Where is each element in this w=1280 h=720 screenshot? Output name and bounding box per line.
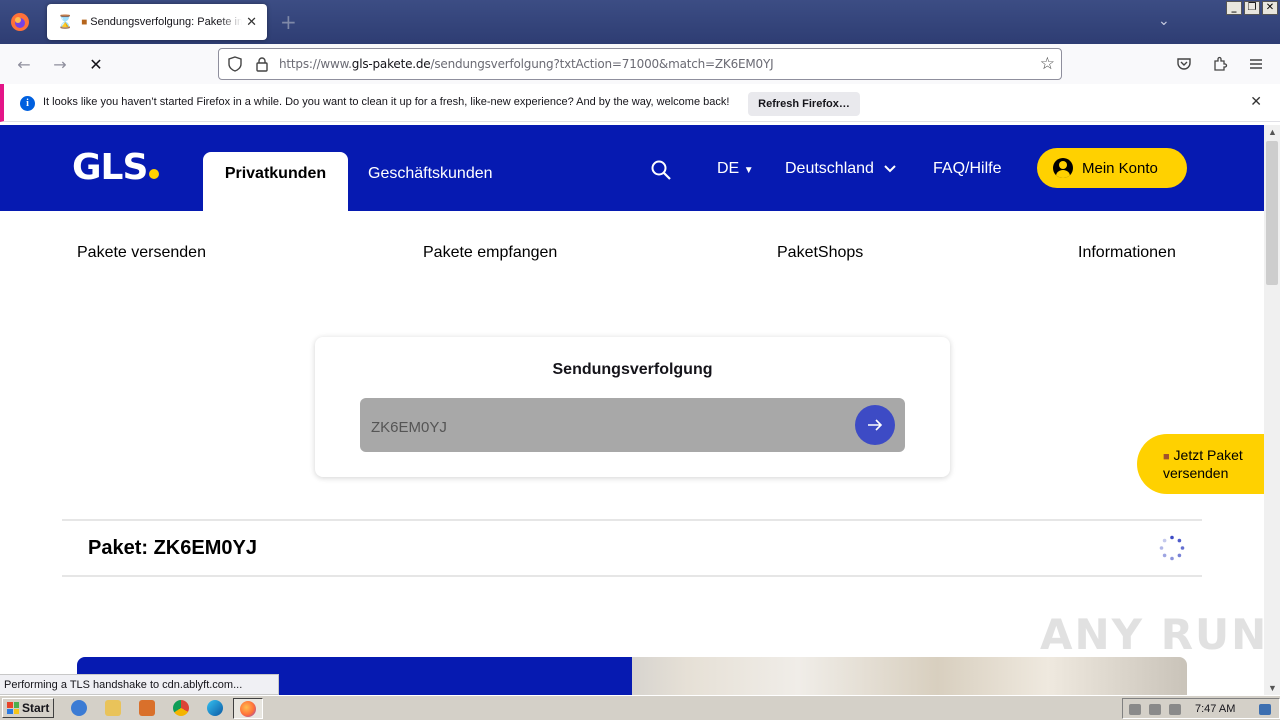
tab-geschaeftskunden[interactable]: Geschäftskunden bbox=[368, 165, 493, 183]
active-tab[interactable]: ⌛ ■ Sendungsverfolgung: Pakete im ✕ bbox=[47, 4, 267, 40]
firefox-icon bbox=[240, 701, 256, 717]
subnav-paketshops[interactable]: PaketShops bbox=[777, 244, 863, 262]
divider bbox=[62, 519, 1202, 521]
tab-title: Sendungsverfolgung: Pakete im bbox=[90, 16, 243, 28]
close-window-button[interactable]: ✕ bbox=[1262, 1, 1278, 15]
language-selector[interactable]: DE ▼ bbox=[717, 160, 754, 178]
windows-flag-icon bbox=[7, 702, 19, 714]
arrow-right-icon bbox=[868, 419, 883, 431]
logo-text: GLS bbox=[72, 147, 148, 188]
forward-arrow-icon[interactable]: → bbox=[48, 52, 72, 76]
cta-line-1: Jetzt Paket bbox=[1173, 447, 1243, 463]
anyrun-watermark: ANY RUN bbox=[1040, 610, 1269, 659]
cta-line-2: versenden bbox=[1163, 465, 1229, 481]
lock-icon[interactable] bbox=[255, 56, 269, 72]
package-icon: ■ bbox=[81, 16, 88, 28]
scroll-up-arrow-icon[interactable]: ▲ bbox=[1268, 127, 1277, 137]
url-domain: gls-pakete.de bbox=[351, 57, 431, 71]
taskbar-firefox-button[interactable] bbox=[233, 698, 263, 719]
tracking-title: Sendungsverfolgung bbox=[552, 361, 713, 378]
ie-icon[interactable] bbox=[71, 700, 87, 716]
edge-icon[interactable] bbox=[207, 700, 223, 716]
caret-down-icon: ▼ bbox=[743, 165, 754, 176]
url-prefix: https://www. bbox=[279, 57, 352, 71]
extensions-puzzle-icon[interactable] bbox=[1212, 56, 1228, 72]
faq-link[interactable]: FAQ/Hilfe bbox=[933, 160, 1001, 178]
tracking-input[interactable]: ZK6EM0YJ bbox=[360, 398, 905, 452]
windows-taskbar: Start 7:47 AM bbox=[0, 695, 1280, 720]
back-arrow-icon[interactable]: ← bbox=[12, 52, 36, 76]
new-tab-button[interactable]: + bbox=[280, 10, 297, 34]
subnav-pakete-empfangen[interactable]: Pakete empfangen bbox=[423, 244, 557, 262]
minimize-button[interactable]: _ bbox=[1226, 1, 1242, 15]
country-label: Deutschland bbox=[785, 160, 874, 177]
jetzt-paket-versenden-button[interactable]: ■ Jetzt Paket versenden bbox=[1137, 434, 1264, 494]
hourglass-icon: ⌛ bbox=[57, 14, 74, 30]
shield-icon[interactable] bbox=[227, 56, 243, 72]
action-center-flag-icon[interactable] bbox=[1169, 704, 1181, 715]
country-selector[interactable]: Deutschland bbox=[785, 160, 897, 178]
tracking-input-value: ZK6EM0YJ bbox=[371, 419, 447, 436]
tracking-card: Sendungsverfolgung ZK6EM0YJ bbox=[315, 337, 950, 477]
close-notification-icon[interactable]: ✕ bbox=[1250, 94, 1262, 110]
loading-spinner-icon bbox=[1159, 535, 1185, 561]
start-label: Start bbox=[22, 701, 50, 715]
system-tray: 7:47 AM bbox=[1122, 698, 1280, 719]
volume-icon[interactable] bbox=[1129, 704, 1141, 715]
account-label: Mein Konto bbox=[1082, 159, 1158, 177]
start-button[interactable]: Start bbox=[2, 698, 54, 718]
window-controls: _ ❐ ✕ bbox=[1226, 1, 1278, 15]
firefox-notification-bar: i It looks like you haven’t started Fire… bbox=[0, 84, 1280, 122]
gls-header: GLS Privatkunden Geschäftskunden DE ▼ De… bbox=[0, 125, 1264, 211]
browser-tab-strip: ⌛ ■ Sendungsverfolgung: Pakete im ✕ + ⌄ … bbox=[0, 0, 1280, 44]
media-player-icon[interactable] bbox=[139, 700, 155, 716]
user-avatar-icon bbox=[1053, 158, 1073, 178]
hamburger-menu-icon[interactable] bbox=[1248, 56, 1264, 72]
refresh-firefox-button[interactable]: Refresh Firefox… bbox=[748, 92, 860, 116]
stop-loading-icon[interactable]: ✕ bbox=[84, 52, 108, 76]
list-tabs-chevron-icon[interactable]: ⌄ bbox=[1158, 12, 1170, 29]
explorer-folder-icon[interactable] bbox=[105, 700, 121, 716]
bookmark-star-icon[interactable]: ☆ bbox=[1040, 54, 1055, 74]
show-desktop-icon[interactable] bbox=[1259, 704, 1271, 715]
search-icon[interactable] bbox=[650, 159, 672, 181]
notification-message: It looks like you haven’t started Firefo… bbox=[43, 96, 730, 108]
navigation-toolbar: ← → ✕ https://www.gls-pakete.de/sendungs… bbox=[0, 44, 1280, 84]
scrollbar-thumb[interactable] bbox=[1266, 141, 1278, 285]
clock[interactable]: 7:47 AM bbox=[1195, 703, 1235, 715]
subnav-informationen[interactable]: Informationen bbox=[1078, 244, 1176, 262]
url-bar[interactable]: https://www.gls-pakete.de/sendungsverfol… bbox=[218, 48, 1062, 80]
chrome-icon[interactable] bbox=[173, 700, 189, 716]
tab-privatkunden[interactable]: Privatkunden bbox=[203, 152, 348, 211]
parcel-heading: Paket: ZK6EM0YJ bbox=[88, 537, 257, 559]
divider bbox=[62, 575, 1202, 577]
close-tab-icon[interactable]: ✕ bbox=[246, 14, 257, 30]
promo-banner-image bbox=[632, 657, 1187, 695]
network-icon[interactable] bbox=[1149, 704, 1161, 715]
subnav-pakete-versenden[interactable]: Pakete versenden bbox=[77, 244, 206, 262]
scroll-down-arrow-icon[interactable]: ▼ bbox=[1268, 683, 1277, 693]
chevron-down-icon bbox=[884, 165, 897, 173]
gls-logo[interactable]: GLS bbox=[72, 147, 160, 188]
status-text: Performing a TLS handshake to cdn.ablyft… bbox=[0, 674, 279, 695]
submit-arrow-button[interactable] bbox=[855, 405, 895, 445]
restore-button[interactable]: ❐ bbox=[1244, 1, 1260, 15]
package-icon: ■ bbox=[1163, 451, 1170, 463]
info-icon: i bbox=[20, 96, 35, 111]
url-path: /sendungsverfolgung?txtAction=71000&matc… bbox=[430, 57, 774, 71]
logo-dot bbox=[149, 169, 160, 179]
firefox-icon[interactable] bbox=[8, 10, 32, 34]
language-label: DE bbox=[717, 160, 740, 177]
pocket-icon[interactable] bbox=[1176, 56, 1192, 72]
url-text[interactable]: https://www.gls-pakete.de/sendungsverfol… bbox=[279, 57, 774, 71]
mein-konto-button[interactable]: Mein Konto bbox=[1037, 148, 1187, 188]
